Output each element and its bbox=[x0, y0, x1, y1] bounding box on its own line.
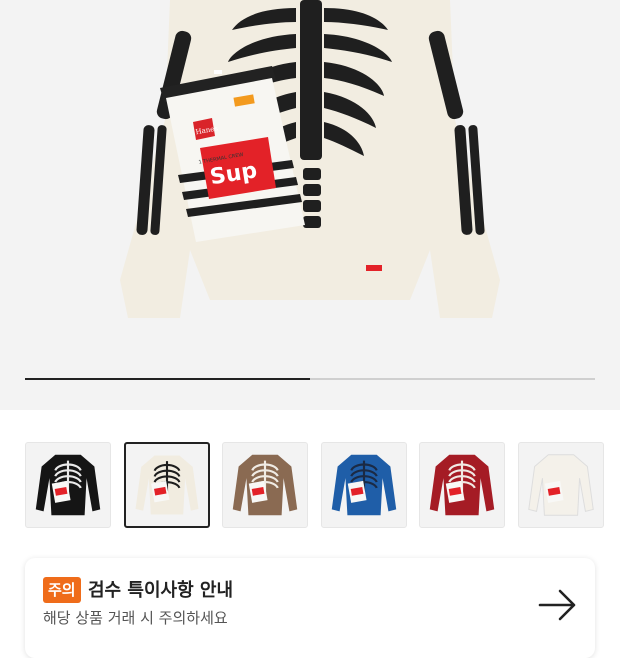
gallery-progress-fill bbox=[25, 378, 310, 380]
gallery-progress-bar bbox=[25, 378, 595, 380]
notice-title: 검수 특이사항 안내 bbox=[88, 580, 234, 601]
thumbnail-blue[interactable] bbox=[321, 442, 407, 528]
thumbnail-image bbox=[35, 454, 101, 516]
thumbnail-natural[interactable] bbox=[124, 442, 210, 528]
thumbnail-image bbox=[135, 455, 199, 515]
notice-subtitle: 해당 상품 거래 시 주의하세요 bbox=[43, 609, 228, 627]
thumbnail-image bbox=[429, 454, 495, 516]
thumbnail-camo[interactable] bbox=[222, 442, 308, 528]
product-image-gallery[interactable]: Sup Hanes 1 THERMAL CREW bbox=[0, 0, 620, 410]
thumbnail-image bbox=[232, 454, 298, 516]
product-image: Sup Hanes 1 THERMAL CREW bbox=[120, 0, 500, 318]
thumbnail-list[interactable] bbox=[25, 442, 620, 528]
thumbnail-image bbox=[528, 454, 594, 516]
thumbnail-image bbox=[331, 454, 397, 516]
thumbnail-white[interactable] bbox=[518, 442, 604, 528]
thumbnail-black[interactable] bbox=[25, 442, 111, 528]
inspection-notice-card[interactable]: 주의 검수 특이사항 안내 해당 상품 거래 시 주의하세요 bbox=[25, 558, 595, 658]
thumbnail-red[interactable] bbox=[419, 442, 505, 528]
caution-badge: 주의 bbox=[43, 577, 81, 603]
